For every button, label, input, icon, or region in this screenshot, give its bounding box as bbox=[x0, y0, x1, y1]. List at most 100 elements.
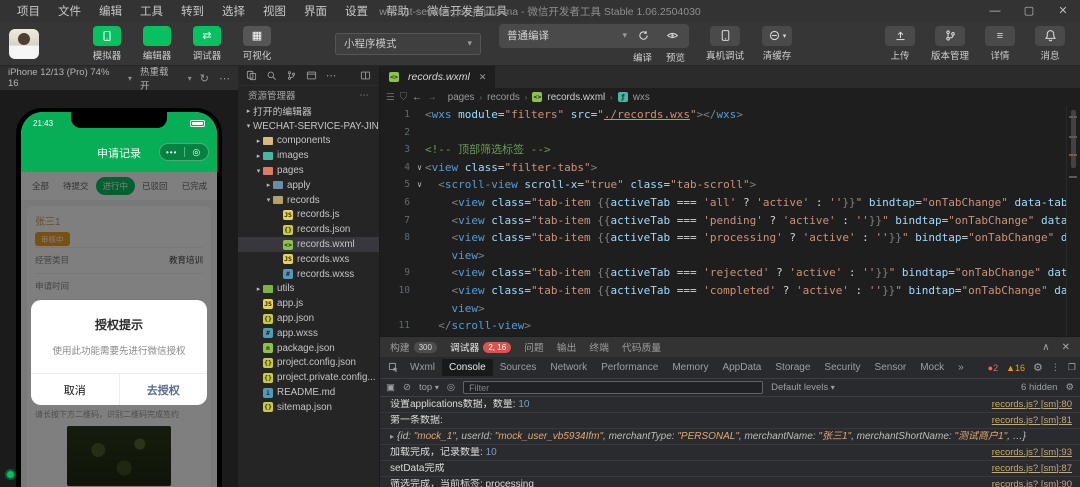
tree-item-app.js[interactable]: JS app.js bbox=[238, 296, 379, 311]
panel-tab-问题[interactable]: 问题 bbox=[524, 340, 544, 354]
toolbar-button-调试器[interactable]: ⇄ 调试器 bbox=[185, 25, 229, 62]
预览-button[interactable] bbox=[666, 29, 679, 42]
tree-item-records.wxml[interactable]: <> records.wxml bbox=[238, 237, 379, 252]
search-icon[interactable] bbox=[266, 70, 277, 81]
panel-tab-终端[interactable]: 终端 bbox=[589, 340, 609, 354]
console-log[interactable]: 设置applications数据，数量: 10 records.js? [sm]:… bbox=[380, 397, 1080, 487]
menu-编辑[interactable]: 编辑 bbox=[92, 1, 129, 21]
tree-item-app.wxss[interactable]: # app.wxss bbox=[238, 326, 379, 341]
code-line[interactable]: view> bbox=[380, 300, 1080, 318]
panel-tab-构建[interactable]: 构建 300 bbox=[390, 340, 437, 354]
menu-界面[interactable]: 界面 bbox=[297, 1, 334, 21]
close-circle-icon[interactable]: ◎ bbox=[185, 147, 209, 158]
breadcrumb-item[interactable]: records.wxml bbox=[547, 92, 605, 103]
gear-icon[interactable]: ⚙ bbox=[1065, 382, 1074, 393]
console-message[interactable]: ▸ {id: "mock_1", userId: "mock_user_vb593… bbox=[380, 429, 1080, 445]
compile-mode-select[interactable]: 普通编译 ▾ bbox=[503, 25, 631, 47]
docs-icon[interactable] bbox=[246, 70, 257, 81]
tree-item-project.config.json[interactable]: {} project.config.json bbox=[238, 356, 379, 371]
code-line[interactable]: 5 ∨ <scroll-view scroll-x="true" class="t… bbox=[380, 176, 1080, 194]
forward-arrow-icon[interactable]: → bbox=[427, 92, 437, 103]
maximize-button[interactable]: ▢ bbox=[1012, 0, 1046, 22]
breadcrumb-item[interactable]: records bbox=[487, 92, 520, 103]
source-link[interactable]: records.js? [sm]:90 bbox=[992, 479, 1072, 487]
code-line[interactable]: 11 </scroll-view> bbox=[380, 317, 1080, 335]
tree-item-records.wxs[interactable]: JS records.wxs bbox=[238, 252, 379, 267]
menu-icon[interactable]: ☰ bbox=[386, 92, 395, 103]
devtools-tab-Security[interactable]: Security bbox=[817, 359, 867, 376]
toolbar-button-可视化[interactable]: ▦ 可视化 bbox=[235, 25, 279, 62]
rotate-icon[interactable]: ↻ bbox=[200, 72, 209, 85]
minimize-button[interactable]: — bbox=[978, 0, 1012, 22]
minimap-scrollbar[interactable] bbox=[1066, 106, 1080, 336]
devtools-tab-Sources[interactable]: Sources bbox=[493, 359, 544, 376]
menu-文件[interactable]: 文件 bbox=[51, 1, 88, 21]
menu-转到[interactable]: 转到 bbox=[174, 1, 211, 21]
devtools-tab-AppData[interactable]: AppData bbox=[715, 359, 768, 376]
devtools-tab-Console[interactable]: Console bbox=[442, 359, 493, 376]
context-select[interactable]: top ▾ bbox=[419, 382, 439, 393]
source-link[interactable]: records.js? [sm]:87 bbox=[992, 463, 1072, 475]
devtools-tab-Sensor[interactable]: Sensor bbox=[868, 359, 914, 376]
panel-tab-代码质量[interactable]: 代码质量 bbox=[622, 340, 661, 354]
device-select[interactable]: iPhone 12/13 (Pro) 74% 16 bbox=[8, 67, 120, 89]
toolbar-button-模拟器[interactable]: 模拟器 bbox=[85, 25, 129, 62]
more-icon[interactable]: ••• bbox=[160, 148, 184, 157]
console-message[interactable]: 设置applications数据，数量: 10 records.js? [sm]:… bbox=[380, 397, 1080, 413]
code-line[interactable]: 3 <!-- 顶部筛选标签 --> bbox=[380, 141, 1080, 159]
tree-item-components[interactable]: ▸ components bbox=[238, 134, 379, 149]
tree-item-apply[interactable]: ▸ apply bbox=[238, 178, 379, 193]
editor-tab[interactable]: <> records.wxml ✕ bbox=[380, 66, 496, 88]
menu-选择[interactable]: 选择 bbox=[215, 1, 252, 21]
code-line[interactable]: 9 <view class="tab-item {{activeTab === … bbox=[380, 264, 1080, 282]
hot-reload-toggle[interactable]: 热重载 开 bbox=[140, 64, 180, 92]
tree-item-records.json[interactable]: {} records.json bbox=[238, 222, 379, 237]
toolbar-button-真机调试[interactable]: 真机调试 bbox=[703, 25, 747, 62]
close-button[interactable]: ✕ bbox=[1046, 0, 1080, 22]
kebab-menu-icon[interactable]: ⋮ bbox=[1051, 362, 1060, 373]
clear-console-icon[interactable]: ⊘ bbox=[403, 382, 411, 393]
tree-item-pages[interactable]: ▾ pages bbox=[238, 163, 379, 178]
eye-icon[interactable]: ◎ bbox=[447, 382, 455, 393]
devtools-tab-Performance[interactable]: Performance bbox=[594, 359, 665, 376]
console-message[interactable]: 第一条数据: records.js? [sm]:81 bbox=[380, 413, 1080, 429]
tree-item-WECHAT-SERVICE-PAY-JINJIAN-...[interactable]: ▾WECHAT-SERVICE-PAY-JINJIAN-... bbox=[238, 119, 379, 134]
code-line[interactable]: 2 bbox=[380, 124, 1080, 142]
tree-item-package.json[interactable]: n package.json bbox=[238, 341, 379, 356]
code-area[interactable]: 1 <wxs module="filters" src="./records.wx… bbox=[380, 106, 1080, 336]
window-icon[interactable] bbox=[306, 70, 317, 81]
tree-item-README.md[interactable]: i README.md bbox=[238, 385, 379, 400]
tree-item-records.wxss[interactable]: # records.wxss bbox=[238, 267, 379, 282]
devtools-tab-»[interactable]: » bbox=[951, 359, 971, 376]
breadcrumb-item[interactable]: wxs bbox=[633, 92, 650, 103]
back-arrow-icon[interactable]: ← bbox=[412, 92, 422, 103]
tree-item-records[interactable]: ▾ records bbox=[238, 193, 379, 208]
authorize-button[interactable]: 去授权 bbox=[120, 374, 208, 405]
menu-设置[interactable]: 设置 bbox=[338, 1, 375, 21]
code-line[interactable]: 10 <view class="tab-item {{activeTab ===… bbox=[380, 282, 1080, 300]
cancel-button[interactable]: 取消 bbox=[31, 374, 120, 405]
devtools-tab-Network[interactable]: Network bbox=[543, 359, 594, 376]
filter-input[interactable]: Filter bbox=[463, 381, 764, 394]
编译-button[interactable] bbox=[637, 29, 650, 42]
console-message[interactable]: 筛选完成，当前标签: processing records.js? [sm]:90 bbox=[380, 477, 1080, 487]
expand-arrow-icon[interactable]: ▸ bbox=[390, 432, 394, 441]
gear-icon[interactable]: ⚙ bbox=[1033, 361, 1043, 374]
toolbar-button-版本管理[interactable]: 版本管理 bbox=[928, 25, 972, 62]
tree-item-打开的编辑器[interactable]: ▸ 打开的编辑器 bbox=[238, 104, 379, 119]
tree-item-app.json[interactable]: {} app.json bbox=[238, 311, 379, 326]
fold-chevron-icon[interactable]: ∨ bbox=[414, 176, 425, 194]
devtools-tab-Wxml[interactable]: Wxml bbox=[403, 359, 442, 376]
collapse-panel-icon[interactable]: ∧ bbox=[1042, 342, 1049, 353]
code-line[interactable]: 8 <view class="tab-item {{activeTab === … bbox=[380, 229, 1080, 247]
menu-视图[interactable]: 视图 bbox=[256, 1, 293, 21]
toolbar-button-消息[interactable]: 消息 bbox=[1028, 25, 1072, 62]
tree-item-images[interactable]: ▸ images bbox=[238, 148, 379, 163]
source-link[interactable]: records.js? [sm]:80 bbox=[992, 399, 1072, 411]
console-message[interactable]: 加载完成，记录数量: 10 records.js? [sm]:93 bbox=[380, 445, 1080, 461]
panel-tab-输出[interactable]: 输出 bbox=[557, 340, 577, 354]
split-icon[interactable] bbox=[360, 70, 371, 81]
source-link[interactable]: records.js? [sm]:93 bbox=[992, 447, 1072, 459]
avatar[interactable] bbox=[9, 28, 39, 59]
devtools-tab-Storage[interactable]: Storage bbox=[768, 359, 817, 376]
